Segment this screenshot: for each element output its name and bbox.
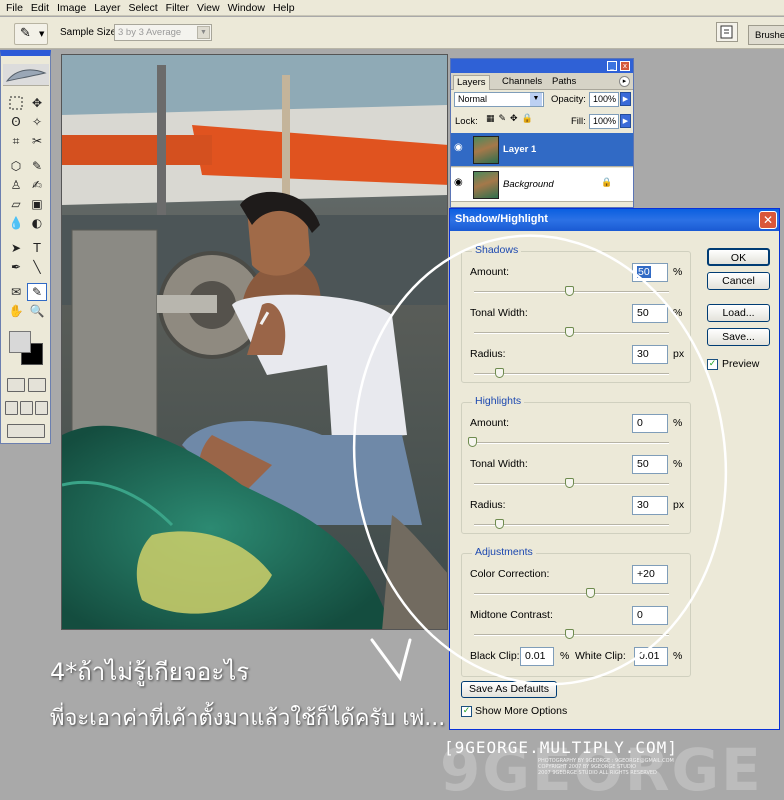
annotation-ellipse xyxy=(352,234,728,686)
watermark-credits: PHOTOGRAPHY BY 9GEORGE : 9GEORGE@GMAIL.C… xyxy=(538,758,708,776)
caption-line-2: พี่จะเอาค่าที่เค้าตั้งมาแล้วใช้ก็ได้ครับ… xyxy=(50,706,446,731)
annotation-arrow xyxy=(370,638,412,682)
watermark-small-line-2: 2007 9GEORGE STUDIO ALL RIGHTS RESERVED xyxy=(538,770,657,776)
caption-line-1: 4*ถ้าไม่รู้เกียจอะไร xyxy=(50,658,250,686)
watermark-site: [9GEORGE.MULTIPLY.COM] xyxy=(444,738,678,757)
